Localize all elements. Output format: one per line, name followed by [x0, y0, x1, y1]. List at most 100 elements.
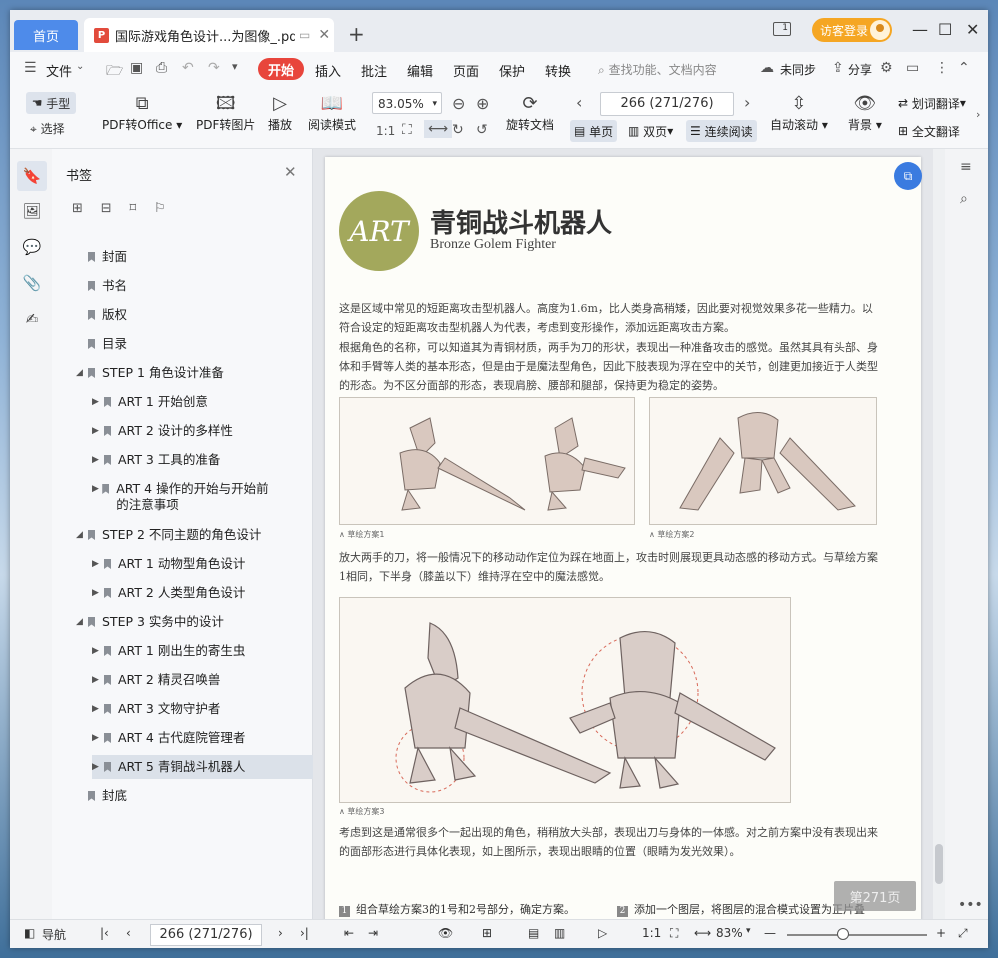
more-vertical-icon[interactable]: ⋮ — [935, 60, 949, 76]
bookmark-item[interactable]: ▶ ART 2 设计的多样性 — [92, 423, 278, 439]
bookmark-item[interactable]: 封面 — [76, 249, 278, 265]
previous-page-icon[interactable]: ‹ — [576, 93, 582, 112]
signature-icon[interactable]: ✍ — [22, 309, 42, 329]
more-dropdown-icon[interactable]: ▾ — [232, 60, 238, 73]
add-sub-bookmark-icon[interactable]: ⊟ — [101, 201, 112, 216]
maximize-icon[interactable]: ☐ — [938, 20, 952, 39]
settings-icon[interactable]: ⚙ — [880, 60, 893, 76]
bookmark-item[interactable]: ▶ ART 3 工具的准备 — [92, 452, 278, 468]
save-icon[interactable]: ▣ — [130, 60, 143, 76]
document-tab[interactable]: P 国际游戏角色设计...为图像_.pdf ▭ ✕ — [84, 18, 334, 52]
expand-arrow-icon[interactable]: ▶ — [92, 643, 104, 659]
continuous-reading-button[interactable]: ☰ 连续阅读 — [686, 120, 757, 142]
minimize-icon[interactable]: — — [912, 20, 928, 39]
menu-protect[interactable]: 保护 — [499, 61, 525, 80]
bookmark-item[interactable]: 书名 — [76, 278, 278, 294]
bookmark-add-icon[interactable]: ⌑ — [129, 201, 136, 216]
search-box[interactable]: ⌕ 查找功能、文档内容 — [598, 61, 717, 78]
collapse-arrow-icon[interactable]: ◢ — [76, 527, 88, 543]
document-view[interactable]: ART 青铜战斗机器人 Bronze Golem Fighter 这是区域中常见… — [313, 149, 933, 927]
undo-icon[interactable]: ↶ — [182, 60, 194, 76]
bookmark-item[interactable]: ◢ STEP 1 角色设计准备 — [76, 365, 278, 381]
bookmark-item[interactable]: ▶ ART 4 古代庭院管理者 — [92, 730, 278, 746]
expand-arrow-icon[interactable]: ▶ — [92, 759, 104, 775]
fit-page-status-icon[interactable]: ⛶ — [670, 926, 678, 941]
rotate-document-button[interactable]: ⟳ 旋转文档 — [506, 92, 554, 133]
open-folder-icon[interactable]: 🗁 — [106, 60, 123, 84]
close-panel-icon[interactable]: ✕ — [284, 163, 297, 181]
navigation-label[interactable]: 导航 — [42, 926, 66, 943]
layout-icon[interactable]: 1 — [773, 22, 791, 36]
hamburger-icon[interactable]: ☰ — [24, 60, 37, 76]
monitor-icon[interactable]: ▭ — [299, 28, 310, 42]
play-button[interactable]: ▷ 播放 — [268, 92, 292, 133]
vertical-scrollbar[interactable] — [933, 149, 945, 919]
search-text-icon[interactable]: ⌕ — [960, 191, 968, 207]
next-page-icon[interactable]: › — [744, 93, 750, 112]
zoom-in-icon[interactable]: ⊕ — [476, 94, 489, 113]
close-window-icon[interactable]: ✕ — [966, 20, 979, 39]
fit-width-status-icon[interactable]: ⟷ — [694, 926, 711, 940]
expand-arrow-icon[interactable]: ▶ — [92, 672, 104, 688]
expand-arrow-icon[interactable]: ▶ — [92, 556, 104, 572]
zoom-select[interactable]: 83.05% ▾ — [372, 92, 442, 114]
next-page-status-icon[interactable]: › — [278, 926, 283, 940]
menu-start[interactable]: 开始 — [258, 58, 304, 80]
chevron-down-icon[interactable]: ⌄ — [76, 61, 84, 72]
thumbnail-icon[interactable]: 🖼 — [22, 201, 42, 221]
collapse-arrow-icon[interactable]: ◢ — [76, 365, 88, 381]
bookmark-item[interactable]: 封底 — [76, 788, 278, 804]
add-bookmark-icon[interactable]: ⊞ — [72, 201, 83, 216]
cloud-icon[interactable]: ☁ — [760, 60, 774, 76]
attachment-icon[interactable]: 📎 — [22, 273, 42, 293]
bookmark-item[interactable]: ▶ ART 3 文物守护者 — [92, 701, 278, 717]
bookmark-item[interactable]: ▶ ART 4 操作的开始与开始前的注意事项 — [92, 481, 278, 513]
share-icon[interactable]: ⇪ — [832, 60, 844, 76]
collapse-arrow-icon[interactable]: ◢ — [76, 614, 88, 630]
first-page-icon[interactable]: |‹ — [100, 926, 109, 940]
select-tool-button[interactable]: ⌖ 选择 — [30, 120, 65, 137]
pdf-to-image-button[interactable]: 🖾 PDF转图片 — [196, 92, 255, 133]
bookmark-item[interactable]: 版权 — [76, 307, 278, 323]
collapse-ribbon-icon[interactable]: ⌃ — [958, 60, 970, 76]
more-horizontal-icon[interactable]: ••• — [958, 897, 983, 913]
pdf-to-office-button[interactable]: ⧉ PDF转Office ▾ — [102, 92, 182, 133]
expand-arrow-icon[interactable]: ▶ — [92, 452, 104, 468]
bookmark-item[interactable]: ▶ ART 1 动物型角色设计 — [92, 556, 278, 572]
double-page-button[interactable]: ▥ 双页 ▾ — [624, 120, 677, 142]
last-page-icon[interactable]: ›| — [300, 926, 309, 940]
double-view-icon[interactable]: ▥ — [554, 926, 565, 940]
zoom-out-status-icon[interactable]: — — [764, 926, 776, 940]
expand-arrow-icon[interactable]: ▶ — [92, 701, 104, 717]
status-page-input[interactable]: 266 (271/276) — [150, 924, 262, 946]
fullscreen-icon[interactable]: ⤢ — [958, 926, 968, 941]
bookmark-item[interactable]: ◢ STEP 2 不同主题的角色设计 — [76, 527, 278, 543]
zoom-slider-knob[interactable] — [837, 928, 849, 940]
bookmark-item[interactable]: ▶ ART 1 刚出生的寄生虫 — [92, 643, 278, 659]
single-page-button[interactable]: ▤ 单页 — [570, 120, 618, 142]
hand-tool-button[interactable]: ☚ 手型 — [26, 92, 76, 114]
bookmark-item[interactable]: 目录 — [76, 336, 278, 352]
back-icon[interactable]: ⇤ — [344, 926, 354, 940]
navigation-icon[interactable]: ◧ — [24, 926, 35, 940]
continuous-view-icon[interactable]: ⊞ — [482, 926, 492, 940]
menu-insert[interactable]: 插入 — [315, 61, 341, 80]
unsync-label[interactable]: 未同步 — [780, 61, 816, 78]
bookmark-item[interactable]: ▶ ART 5 青铜战斗机器人 — [92, 755, 318, 779]
home-tab[interactable]: 首页 — [14, 20, 78, 50]
rotate-right-icon[interactable]: ↻ — [452, 122, 464, 138]
menu-file[interactable]: 文件 — [46, 61, 72, 80]
chevron-right-icon[interactable]: › — [976, 108, 980, 121]
actual-size-status-icon[interactable]: 1:1 — [642, 926, 661, 940]
bookmark-icon[interactable]: ⚐ — [154, 201, 166, 216]
full-translate-button[interactable]: ⊞ 全文翻译 — [894, 120, 964, 142]
bookmark-item[interactable]: ◢ STEP 3 实务中的设计 — [76, 614, 278, 630]
new-tab-button[interactable]: + — [348, 22, 365, 46]
expand-arrow-icon[interactable]: ▶ — [92, 585, 104, 601]
zoom-dropdown-icon[interactable]: ▾ — [746, 926, 751, 936]
expand-arrow-icon[interactable]: ▶ — [92, 481, 102, 497]
menu-lines-icon[interactable]: ≡ — [960, 159, 972, 175]
share-button[interactable]: 分享 — [848, 61, 872, 78]
page-number-input[interactable]: 266 (271/276) — [600, 92, 734, 116]
expand-arrow-icon[interactable]: ▶ — [92, 394, 104, 410]
